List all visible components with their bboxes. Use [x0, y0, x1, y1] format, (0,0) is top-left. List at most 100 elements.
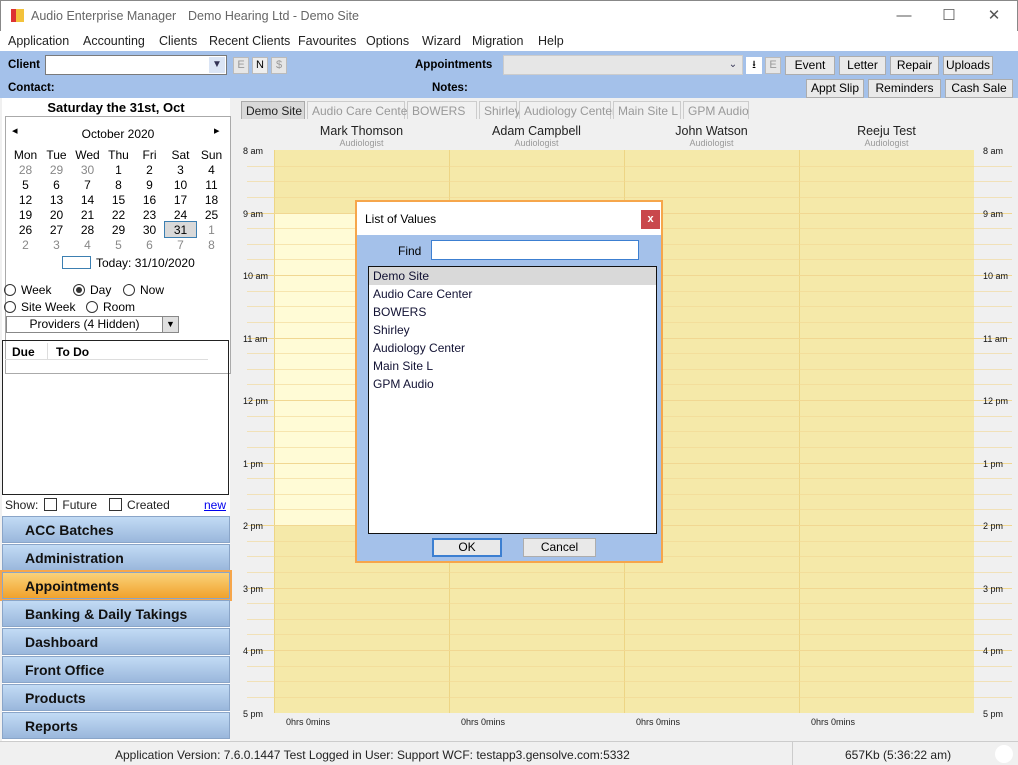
n-button[interactable]: N	[252, 57, 268, 74]
cash-sale-button[interactable]: Cash Sale	[945, 79, 1013, 98]
e2-button[interactable]: E	[765, 57, 781, 74]
due-header[interactable]: Due	[12, 345, 35, 359]
calendar-day[interactable]: 31	[164, 221, 197, 238]
find-input[interactable]	[431, 240, 639, 260]
provider-header[interactable]: Mark Thomson Audiologist	[274, 124, 449, 148]
tab-demo-site[interactable]: Demo Site	[241, 101, 305, 119]
calendar-day[interactable]: 7	[72, 177, 103, 192]
e-button[interactable]: E	[233, 57, 249, 74]
nav-reports[interactable]: Reports	[2, 712, 230, 739]
menu-options[interactable]: Options	[366, 34, 409, 48]
calendar-day[interactable]: 4	[196, 162, 227, 177]
radio-site-week[interactable]: Site Week	[4, 300, 75, 314]
tab-main-site-l[interactable]: Main Site L	[613, 101, 681, 119]
appointments-combo[interactable]: ⌄	[503, 55, 743, 75]
nav-front-office[interactable]: Front Office	[2, 656, 230, 683]
minimize-button[interactable]: —	[881, 5, 927, 27]
calendar-day[interactable]: 30	[72, 162, 103, 177]
dialog-close-button[interactable]: x	[641, 210, 660, 229]
menu-favourites[interactable]: Favourites	[298, 34, 356, 48]
reminders-button[interactable]: Reminders	[868, 79, 941, 98]
radio-day[interactable]: Day	[73, 283, 111, 297]
radio-now[interactable]: Now	[123, 283, 164, 297]
list-item[interactable]: Audio Care Center	[369, 285, 656, 303]
calendar-day[interactable]: 3	[41, 237, 72, 252]
nav-banking-daily-takings[interactable]: Banking & Daily Takings	[2, 600, 230, 627]
chevron-down-icon[interactable]: ⌄	[725, 57, 741, 73]
ok-button[interactable]: OK	[432, 538, 502, 557]
nav-appointments[interactable]: Appointments	[0, 570, 232, 601]
appt-slip-button[interactable]: Appt Slip	[806, 79, 864, 98]
menu-wizard[interactable]: Wizard	[422, 34, 461, 48]
calendar-day[interactable]: 7	[165, 237, 196, 252]
calendar-day[interactable]: 1	[103, 162, 134, 177]
provider-header[interactable]: Reeju Test Audiologist	[799, 124, 974, 148]
values-list[interactable]: Demo Site Audio Care Center BOWERS Shirley A…	[368, 266, 657, 534]
repair-button[interactable]: Repair	[890, 56, 939, 75]
maximize-button[interactable]: ☐	[926, 5, 972, 27]
menu-clients[interactable]: Clients	[159, 34, 197, 48]
provider-header[interactable]: Adam Campbell Audiologist	[449, 124, 624, 148]
tab-gpm-audio[interactable]: GPM Audio	[683, 101, 749, 119]
calendar-day[interactable]: 20	[41, 207, 72, 222]
list-item[interactable]: BOWERS	[369, 303, 656, 321]
nav-acc-batches[interactable]: ACC Batches	[2, 516, 230, 543]
calendar-day[interactable]: 18	[196, 192, 227, 207]
list-item[interactable]: Main Site L	[369, 357, 656, 375]
list-item[interactable]: Shirley	[369, 321, 656, 339]
calendar-day[interactable]: 16	[134, 192, 165, 207]
today-link[interactable]: Today: 31/10/2020	[96, 256, 195, 270]
calendar-day[interactable]: 24	[165, 207, 196, 222]
calendar-day[interactable]: 26	[10, 222, 41, 237]
calendar-day[interactable]: 8	[103, 177, 134, 192]
calendar-day[interactable]: 23	[134, 207, 165, 222]
providers-dropdown[interactable]: Providers (4 Hidden) ▼	[6, 316, 179, 333]
calendar-day[interactable]: 13	[41, 192, 72, 207]
calendar-day[interactable]: 1	[196, 222, 227, 237]
close-button[interactable]: ✕	[971, 5, 1017, 27]
calendar-day[interactable]: 11	[196, 177, 227, 192]
tab-audiology-center[interactable]: Audiology Center	[519, 101, 616, 119]
chevron-down-icon[interactable]: ▼	[162, 317, 178, 332]
calendar-day[interactable]: 29	[41, 162, 72, 177]
event-button[interactable]: Event	[785, 56, 835, 75]
calendar-day[interactable]: 6	[41, 177, 72, 192]
next-month-icon[interactable]: ▸	[214, 124, 220, 137]
calendar-day[interactable]: 2	[10, 237, 41, 252]
calendar-day[interactable]: 5	[103, 237, 134, 252]
list-item[interactable]: Audiology Center	[369, 339, 656, 357]
menu-application[interactable]: Application	[8, 34, 69, 48]
tab-shirley[interactable]: Shirley	[479, 101, 521, 119]
new-todo-link[interactable]: new	[204, 498, 226, 512]
nav-products[interactable]: Products	[2, 684, 230, 711]
provider-header[interactable]: John Watson Audiologist	[624, 124, 799, 148]
calendar-day[interactable]: 25	[196, 207, 227, 222]
tab-bowers[interactable]: BOWERS	[407, 101, 477, 119]
list-item[interactable]: Demo Site	[369, 267, 656, 285]
menu-accounting[interactable]: Accounting	[83, 34, 145, 48]
calendar-day[interactable]: 29	[103, 222, 134, 237]
calendar-day[interactable]: 28	[10, 162, 41, 177]
calendar-day[interactable]: 28	[72, 222, 103, 237]
nav-administration[interactable]: Administration	[2, 544, 230, 571]
letter-button[interactable]: Letter	[839, 56, 886, 75]
dollar-button[interactable]: $	[271, 57, 287, 74]
menu-migration[interactable]: Migration	[472, 34, 523, 48]
cancel-button[interactable]: Cancel	[523, 538, 596, 557]
radio-room[interactable]: Room	[86, 300, 135, 314]
calendar-day[interactable]: 30	[134, 222, 165, 237]
list-item[interactable]: GPM Audio	[369, 375, 656, 393]
calendar-day[interactable]: 6	[134, 237, 165, 252]
calendar-day[interactable]: 10	[165, 177, 196, 192]
calendar-day[interactable]: 2	[134, 162, 165, 177]
calendar-day[interactable]: 3	[165, 162, 196, 177]
uploads-button[interactable]: Uploads	[943, 56, 993, 75]
calendar-day[interactable]: 22	[103, 207, 134, 222]
radio-week[interactable]: Week	[4, 283, 51, 297]
tab-audio-care-center[interactable]: Audio Care Center	[307, 101, 411, 119]
client-combo[interactable]: ▼	[45, 55, 227, 75]
calendar-day[interactable]: 17	[165, 192, 196, 207]
calendar-day[interactable]: 9	[134, 177, 165, 192]
calendar-day[interactable]: 19	[10, 207, 41, 222]
calendar-day[interactable]: 21	[72, 207, 103, 222]
